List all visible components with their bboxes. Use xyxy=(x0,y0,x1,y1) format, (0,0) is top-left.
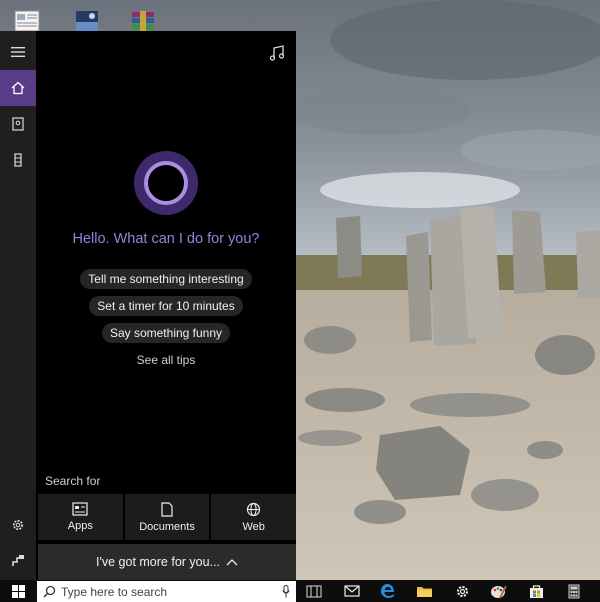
see-all-tips-link[interactable]: See all tips xyxy=(36,353,296,367)
search-category-bar: Apps Documents Web xyxy=(38,494,297,540)
cortana-orb-icon xyxy=(134,151,198,215)
cortana-greeting: Hello. What can I do for you? xyxy=(72,231,260,247)
tower-icon[interactable] xyxy=(0,142,36,178)
taskbar: Type here to search xyxy=(0,580,600,602)
archive-file-icon[interactable] xyxy=(128,10,158,32)
file-explorer-icon[interactable] xyxy=(406,580,442,602)
tip-suggestion[interactable]: Tell me something interesting xyxy=(36,269,296,289)
image-file-icon[interactable] xyxy=(72,10,102,32)
home-icon[interactable] xyxy=(0,70,36,106)
document-file-icon[interactable] xyxy=(12,10,42,32)
search-placeholder[interactable]: Type here to search xyxy=(61,585,276,599)
category-label: Documents xyxy=(139,520,195,533)
mail-icon[interactable] xyxy=(334,580,370,602)
notebook-icon[interactable] xyxy=(0,106,36,142)
chevron-up-icon xyxy=(226,559,238,566)
paint-icon[interactable] xyxy=(480,580,516,602)
start-button[interactable] xyxy=(0,580,36,602)
music-note-icon[interactable] xyxy=(268,43,288,63)
search-for-label: Search for xyxy=(45,474,101,488)
cortana-main: Hello. What can I do for you? Tell me so… xyxy=(36,31,297,580)
hamburger-menu-icon[interactable] xyxy=(0,34,36,70)
category-documents-button[interactable]: Documents xyxy=(124,494,210,540)
category-apps-button[interactable]: Apps xyxy=(38,494,123,540)
more-for-you-label: I've got more for you... xyxy=(96,555,220,569)
document-icon xyxy=(161,501,173,517)
cortana-side-rail xyxy=(0,31,36,580)
settings-icon[interactable] xyxy=(444,580,480,602)
apps-icon xyxy=(72,502,88,516)
tip-suggestion[interactable]: Set a timer for 10 minutes xyxy=(36,296,296,316)
task-view-icon[interactable] xyxy=(296,580,332,602)
windows-logo-icon xyxy=(11,584,25,598)
taskbar-search-box[interactable]: Type here to search xyxy=(37,581,296,602)
more-for-you-button[interactable]: I've got more for you... xyxy=(38,544,296,580)
globe-icon xyxy=(247,502,261,516)
category-label: Web xyxy=(242,520,265,533)
calculator-icon[interactable] xyxy=(556,580,592,602)
edge-browser-icon[interactable] xyxy=(370,580,406,602)
category-label: Apps xyxy=(67,520,93,532)
feedback-icon[interactable] xyxy=(0,543,36,579)
search-icon xyxy=(37,585,61,598)
store-icon[interactable] xyxy=(518,580,554,602)
tip-suggestion[interactable]: Say something funny xyxy=(36,323,296,343)
cortana-panel: Hello. What can I do for you? Tell me so… xyxy=(0,31,297,580)
microphone-icon[interactable] xyxy=(276,585,296,598)
settings-gear-icon[interactable] xyxy=(0,507,36,543)
category-web-button[interactable]: Web xyxy=(211,494,297,540)
